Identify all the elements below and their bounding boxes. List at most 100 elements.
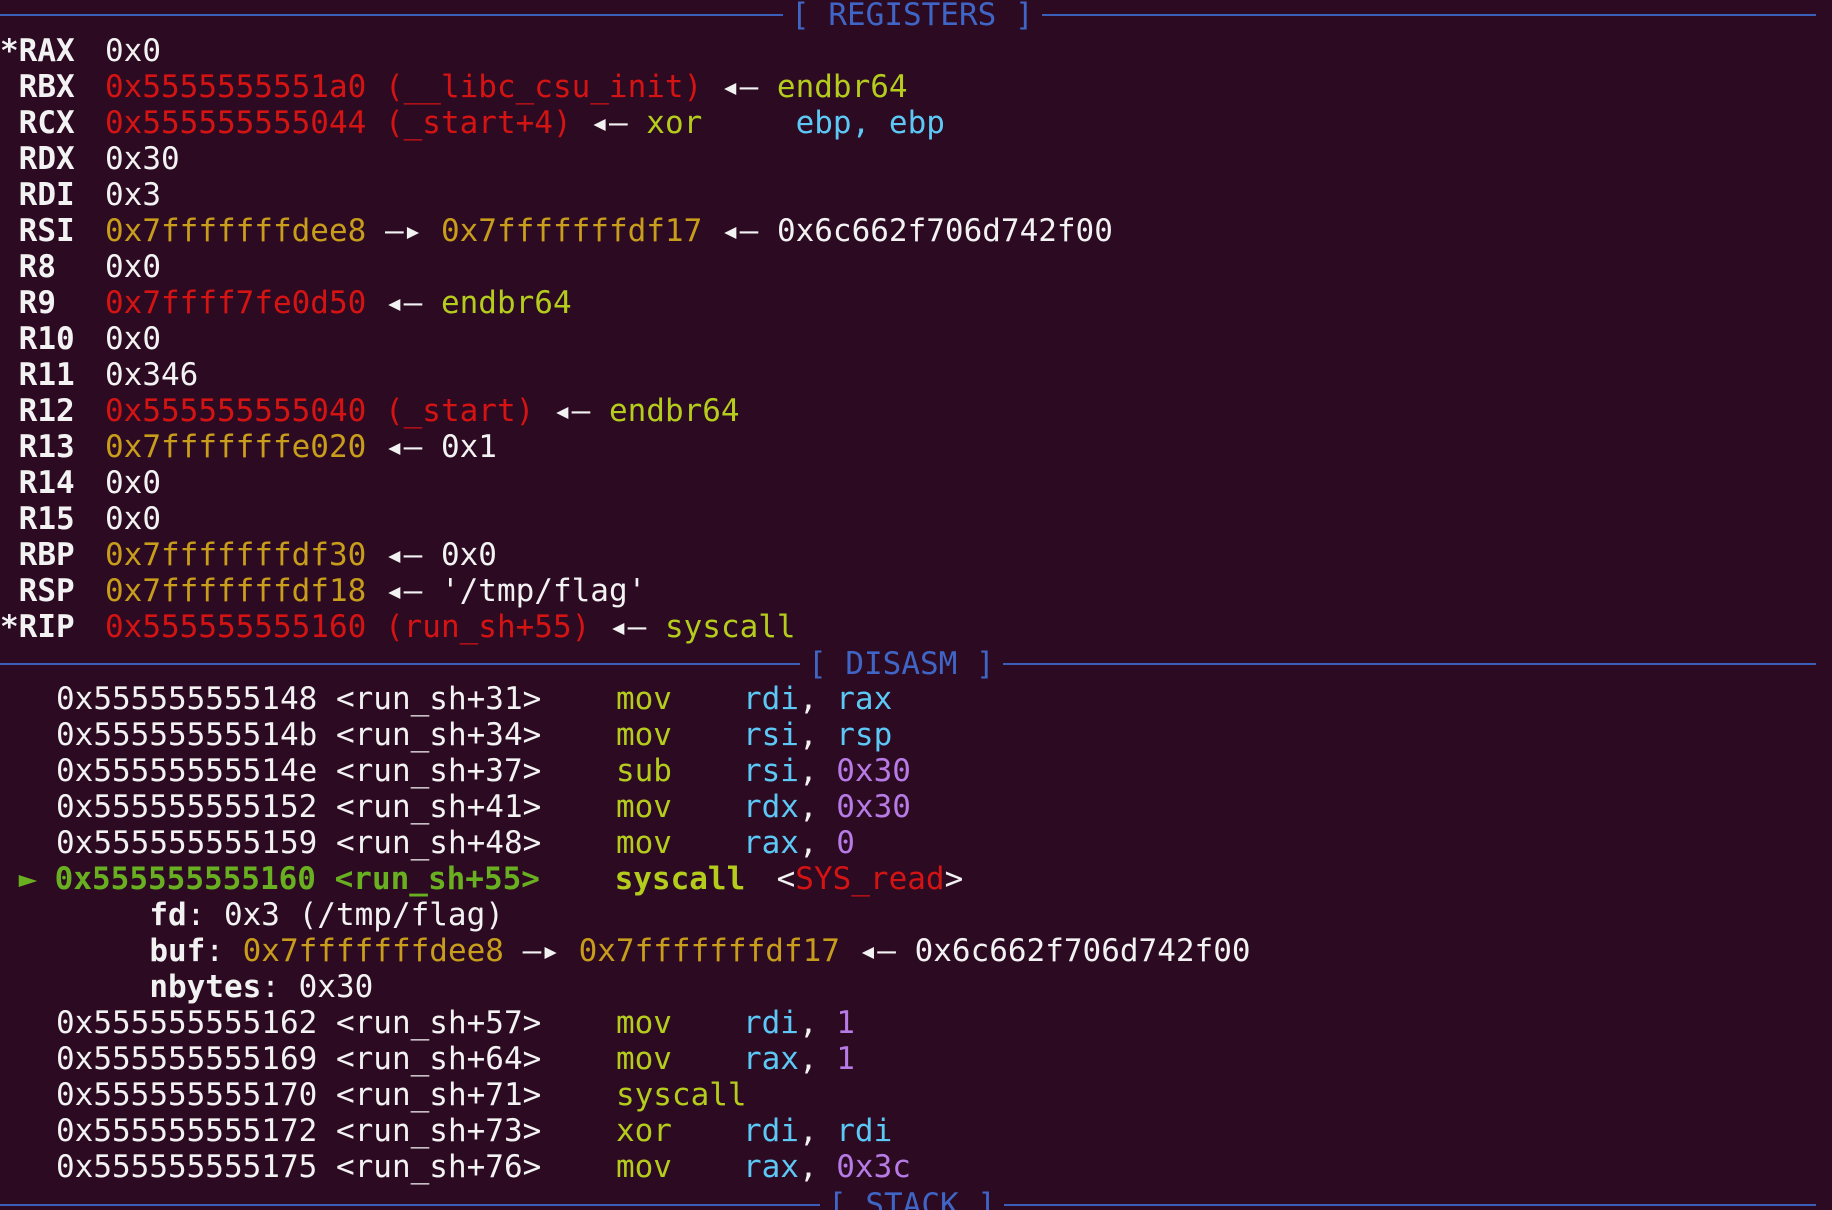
pointer-arrow: ◂— [720, 213, 759, 249]
register-name: RSP [0, 573, 75, 609]
operand-separator: , [798, 1149, 837, 1185]
register-target: endbr64 [608, 393, 740, 429]
pointer-arrow: ◂— [384, 429, 423, 465]
register-value: 0x30 [105, 141, 180, 177]
operand-register: rsi [742, 753, 799, 789]
syscall-arg-value: 0x7fffffffdee8 [242, 933, 504, 969]
instruction-address: 0x555555555172 [56, 1113, 318, 1149]
register-value: 0x5555555551a0 [105, 69, 367, 105]
operand-value: 1 [836, 1041, 855, 1077]
operand-register: rsi [742, 717, 799, 753]
register-row: R14 0x0 [0, 465, 161, 501]
register-value: 0x346 [105, 357, 199, 393]
instruction-symbol: <run_sh+37> [335, 753, 542, 789]
instruction-address: 0x55555555514b [56, 717, 318, 753]
instruction-symbol: <run_sh+71> [335, 1077, 542, 1113]
instruction-symbol: <run_sh+76> [335, 1149, 542, 1185]
register-row: RSP 0x7fffffffdf18 ◂— '/tmp/flag' [0, 573, 647, 609]
disasm-row: 0x555555555159 <run_sh+48> mov rax, 0 [0, 825, 855, 861]
register-value: 0x7fffffffdf18 [105, 573, 367, 609]
instruction-address: 0x55555555514e [56, 753, 318, 789]
register-value: 0x0 [105, 501, 161, 537]
syscall-bracket: > [944, 861, 964, 897]
instruction-address: 0x555555555160 [54, 861, 316, 897]
register-row: *RAX 0x0 [0, 33, 161, 69]
register-value: 0x7ffff7fe0d50 [105, 285, 367, 321]
operand-separator: , [798, 753, 837, 789]
instruction-operands: ebp, ebp [795, 105, 945, 141]
register-name: R11 [0, 357, 75, 393]
instruction-address: 0x555555555170 [56, 1077, 318, 1113]
operand-separator: , [798, 825, 837, 861]
syscall-arg-value: 0x30 [298, 969, 374, 1005]
operand-register: rax [742, 825, 799, 861]
operand-value: rdi [836, 1113, 893, 1149]
register-target: syscall [664, 609, 796, 645]
register-name: R14 [0, 465, 75, 501]
operand-register: rax [742, 1149, 799, 1185]
register-row: *RIP 0x555555555160 (run_sh+55) ◂— syscal… [0, 609, 796, 645]
register-name: RCX [0, 105, 75, 141]
instruction-mnemonic: mov [615, 789, 672, 825]
syscall-arg-deref-value: 0x7fffffffdf17 [578, 933, 840, 969]
disasm-row: 0x555555555152 <run_sh+41> mov rdx, 0x30 [0, 789, 911, 825]
instruction-mnemonic: mov [615, 1005, 672, 1041]
register-target: endbr64 [776, 69, 908, 105]
syscall-arg-buf: buf: 0x7fffffffdee8 —▸ 0x7fffffffdf17 ◂—… [0, 933, 1251, 969]
register-row: RDI 0x3 [0, 177, 161, 213]
disasm-row: 0x55555555514b <run_sh+34> mov rsi, rsp [0, 717, 892, 753]
syscall-arg-colon: : [261, 969, 299, 1005]
register-value: 0x0 [105, 33, 161, 69]
pointer-arrow: ◂— [720, 69, 759, 105]
syscall-bracket: < [776, 861, 796, 897]
register-value: 0x7fffffffdee8 [105, 213, 367, 249]
instruction-mnemonic: xor [615, 1113, 672, 1149]
operand-register: rax [742, 1041, 799, 1077]
pointer-arrow: ◂— [858, 933, 896, 969]
instruction-mnemonic: sub [615, 753, 672, 789]
pointer-arrow: —▸ [522, 933, 560, 969]
register-name: RDX [0, 141, 75, 177]
register-row: RBP 0x7fffffffdf30 ◂— 0x0 [0, 537, 497, 573]
registers-section-title: [ REGISTERS ] [783, 0, 1042, 33]
instruction-address: 0x555555555152 [56, 789, 318, 825]
register-value: 0x555555555160 [105, 609, 367, 645]
register-name: R12 [0, 393, 75, 429]
instruction-address: 0x555555555175 [56, 1149, 318, 1185]
operand-separator: , [798, 1113, 837, 1149]
instruction-symbol: <run_sh+73> [335, 1113, 542, 1149]
register-value: 0x0 [105, 465, 161, 501]
register-row: R10 0x0 [0, 321, 161, 357]
register-row: R11 0x346 [0, 357, 199, 393]
syscall-arg-target: 0x6c662f706d742f00 [914, 933, 1251, 969]
register-name: R15 [0, 501, 75, 537]
instruction-address: 0x555555555159 [56, 825, 318, 861]
register-row: RSI 0x7fffffffdee8 —▸ 0x7fffffffdf17 ◂— 0… [0, 213, 1113, 249]
register-symbol: (_start+4) [384, 105, 572, 141]
pointer-arrow: —▸ [384, 213, 423, 249]
instruction-mnemonic: mov [615, 1041, 672, 1077]
disasm-row: 0x555555555148 <run_sh+31> mov rdi, rax [0, 681, 892, 717]
disasm-row: 0x55555555514e <run_sh+37> sub rsi, 0x30 [0, 753, 911, 789]
register-value: 0x7fffffffe020 [105, 429, 367, 465]
instruction-mnemonic: mov [615, 825, 672, 861]
pointer-arrow: ◂— [590, 105, 628, 141]
register-name: RBP [0, 537, 75, 573]
instruction-symbol: <run_sh+34> [335, 717, 542, 753]
register-symbol: (__libc_csu_init) [384, 69, 703, 105]
syscall-arg-nbytes: nbytes: 0x30 [0, 969, 373, 1005]
register-target: 0x6c662f706d742f00 [776, 213, 1113, 249]
register-name: *RIP [0, 609, 75, 645]
pointer-arrow: ◂— [608, 609, 647, 645]
stack-section-title: [ STACK ] [820, 1187, 1004, 1210]
syscall-arg-colon: : [205, 933, 243, 969]
disasm-row: 0x555555555162 <run_sh+57> mov rdi, 1 [0, 1005, 855, 1041]
register-name: RSI [0, 213, 75, 249]
register-name: R13 [0, 429, 75, 465]
disasm-row: 0x555555555175 <run_sh+76> mov rax, 0x3c [0, 1149, 911, 1185]
register-name: R10 [0, 321, 75, 357]
register-row: R9 0x7ffff7fe0d50 ◂— endbr64 [0, 285, 572, 321]
instruction-symbol: <run_sh+31> [335, 681, 542, 717]
register-row: RDX 0x30 [0, 141, 180, 177]
syscall-arg-label: nbytes [149, 969, 262, 1005]
